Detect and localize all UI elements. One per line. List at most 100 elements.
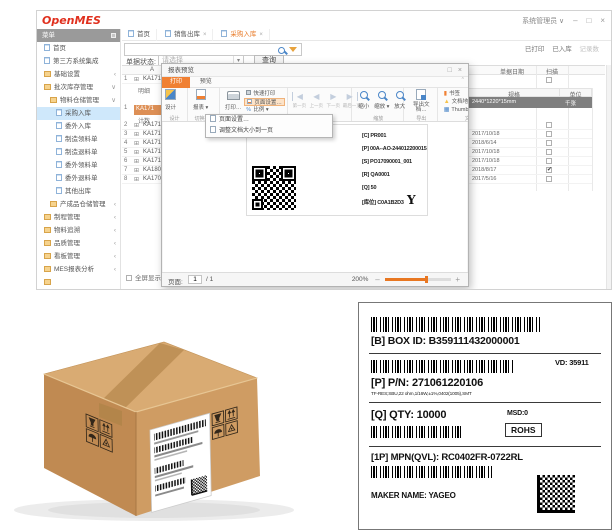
- dialog-maximize-icon[interactable]: □: [448, 64, 452, 77]
- page-setup-icon: [210, 115, 216, 122]
- document-map-button[interactable]: ▲文档地图: [442, 98, 468, 106]
- close-button[interactable]: ×: [600, 16, 605, 25]
- menu-item-page-setup[interactable]: 页面设置…: [206, 115, 332, 126]
- scan-checkbox[interactable]: [546, 149, 552, 155]
- menu-item-fit-one-page[interactable]: 调整文档大小到一页: [206, 126, 332, 137]
- sidebar-item-material-trace[interactable]: 物料追溯‹: [37, 224, 120, 237]
- page-label: 页面:: [168, 276, 183, 286]
- expander-icon[interactable]: ⊞: [134, 176, 139, 183]
- first-page-button[interactable]: ◀第一页: [292, 89, 307, 109]
- zoom-button[interactable]: 缩放 ▾: [374, 89, 390, 110]
- sidebar-item-purchase-inbound[interactable]: 采购入库: [37, 107, 120, 120]
- date-scan-cell[interactable]: 2017/10/18: [469, 130, 592, 139]
- collapse-icon: ‹: [114, 224, 116, 237]
- column-header-unit[interactable]: 单位: [560, 88, 592, 97]
- document-map-icon: ▲: [444, 99, 450, 105]
- sidebar-item-finished-warehouse[interactable]: 产成品仓储管理‹: [37, 198, 120, 211]
- zoom-slider[interactable]: [385, 278, 451, 281]
- zoom-out-button[interactable]: 缩小: [356, 89, 372, 110]
- prev-page-button[interactable]: ◀上一页: [309, 89, 324, 109]
- sidebar-item-quality-mgmt[interactable]: 品质管理‹: [37, 237, 120, 250]
- scan-checkbox[interactable]: [546, 158, 552, 164]
- switch-report-button[interactable]: 报表 ▾: [192, 89, 209, 111]
- preview-canvas[interactable]: [C] PR001 [P] 00A--AO-244012200015 [S] P…: [163, 122, 467, 272]
- sidebar-item-thirdparty[interactable]: 第三方系统集成: [37, 55, 120, 68]
- dialog-close-icon[interactable]: ×: [458, 64, 462, 77]
- expander-icon[interactable]: ⊞: [134, 140, 139, 147]
- date-scan-cell[interactable]: [469, 121, 592, 130]
- scan-checkbox[interactable]: [546, 131, 552, 137]
- date-scan-cell[interactable]: 2017/5/16: [469, 175, 592, 184]
- bookmark-button[interactable]: ▮书签: [442, 90, 468, 98]
- column-header-date[interactable]: 单据日期: [489, 67, 535, 76]
- ribbon-tab-print[interactable]: 打印: [162, 77, 190, 88]
- close-tab-icon[interactable]: ×: [259, 32, 263, 38]
- sidebar-item-material-warehouse[interactable]: 物料仓储管理∨: [37, 94, 120, 107]
- date-scan-cell[interactable]: 2017/10/18: [469, 157, 592, 166]
- expander-icon[interactable]: ⊞: [134, 149, 139, 156]
- sidebar-item-partial[interactable]: [37, 276, 120, 289]
- expander-icon[interactable]: ⊞: [134, 167, 139, 174]
- tab-home[interactable]: 首页: [122, 29, 157, 41]
- ribbon-collapse-icon[interactable]: ˆ: [462, 78, 464, 85]
- date-scan-cell[interactable]: 2018/8/17✔: [469, 166, 592, 175]
- expander-icon[interactable]: ⊞: [134, 122, 139, 129]
- maximize-button[interactable]: □: [587, 16, 592, 25]
- sidebar-item-home[interactable]: 首页: [37, 42, 120, 55]
- scan-checkbox[interactable]: [546, 77, 552, 83]
- quick-print-button[interactable]: 快速打印: [244, 90, 285, 98]
- inbound-link[interactable]: 已入库: [552, 46, 572, 53]
- next-page-button[interactable]: ▶下一页: [326, 89, 341, 109]
- close-tab-icon[interactable]: ×: [203, 32, 207, 38]
- column-header-scan[interactable]: 扫描: [538, 67, 566, 76]
- sidebar-item-outsource-picking[interactable]: 委外领料单: [37, 159, 120, 172]
- tab-sales-outbound[interactable]: 销售出库×: [159, 29, 214, 41]
- column-header-a[interactable]: A: [146, 67, 158, 73]
- export-document-button[interactable]: 导出文档…: [408, 89, 435, 113]
- scan-checkbox[interactable]: [546, 122, 552, 128]
- date-scan-cell[interactable]: 2017/10/18: [469, 148, 592, 157]
- page-number-input[interactable]: [188, 275, 202, 284]
- minimize-button[interactable]: –: [573, 16, 577, 25]
- printed-link[interactable]: 已打印: [525, 46, 545, 53]
- expander-icon[interactable]: ⊞: [134, 158, 139, 165]
- ribbon-tab-preview[interactable]: 预览: [192, 77, 220, 88]
- slider-thumb[interactable]: [425, 276, 428, 283]
- dialog-titlebar[interactable]: 报表预览 × □: [162, 64, 468, 77]
- sidebar-item-mes-reports[interactable]: MES报表分析‹: [37, 263, 120, 276]
- sidebar-item-other-outbound[interactable]: 其他出库: [37, 185, 120, 198]
- current-user[interactable]: 系统管理员: [522, 18, 557, 25]
- sidebar-item-kanban-mgmt[interactable]: 看板管理‹: [37, 250, 120, 263]
- scan-checkbox[interactable]: [546, 140, 552, 146]
- search-icon[interactable]: [278, 47, 285, 54]
- expander-icon[interactable]: ⊞: [134, 131, 139, 138]
- pin-icon[interactable]: [111, 33, 116, 38]
- search-input[interactable]: [127, 45, 273, 54]
- print-button[interactable]: 打印…: [224, 89, 243, 111]
- fullscreen-checkbox[interactable]: [126, 275, 132, 281]
- sidebar-item-mfg-picking[interactable]: 制造领料单: [37, 133, 120, 146]
- scan-checkbox[interactable]: [546, 176, 552, 182]
- vertical-scrollbar[interactable]: [606, 65, 611, 290]
- design-button[interactable]: 设计: [164, 89, 177, 111]
- carton-box-photo: [14, 326, 336, 528]
- filter-icon[interactable]: [289, 47, 297, 52]
- sidebar-item-mfg-return[interactable]: 制造退料单: [37, 146, 120, 159]
- date-scan-cell[interactable]: 2018/6/14: [469, 139, 592, 148]
- sidebar-item-batch-inventory[interactable]: 批次库存管理∨: [37, 81, 120, 94]
- tab-purchase-inbound[interactable]: 采购入库×: [215, 29, 270, 41]
- sidebar-item-outsource-inbound[interactable]: 委外入库: [37, 120, 120, 133]
- sidebar-item-process-mgmt[interactable]: 制程管理‹: [37, 211, 120, 224]
- column-header-spec[interactable]: 规格: [469, 88, 560, 97]
- zoom-in-button[interactable]: +: [455, 275, 460, 284]
- user-caret-icon[interactable]: ∨: [559, 18, 564, 25]
- scale-button[interactable]: %比例 ▾: [244, 106, 285, 114]
- zoom-out-button[interactable]: –: [375, 275, 379, 284]
- selected-detail-row[interactable]: 2440*1220*15mm 千张: [469, 97, 592, 108]
- sidebar-item-basic-settings[interactable]: 基础设置‹: [37, 68, 120, 81]
- thumbnails-button[interactable]: ▦Thumbnails: [442, 106, 468, 114]
- expander-icon[interactable]: ⊞: [134, 76, 139, 83]
- sidebar-item-outsource-return[interactable]: 委外退料单: [37, 172, 120, 185]
- page-setup-button[interactable]: 页面设置…: [244, 98, 285, 106]
- scan-checkbox-checked[interactable]: ✔: [546, 167, 552, 173]
